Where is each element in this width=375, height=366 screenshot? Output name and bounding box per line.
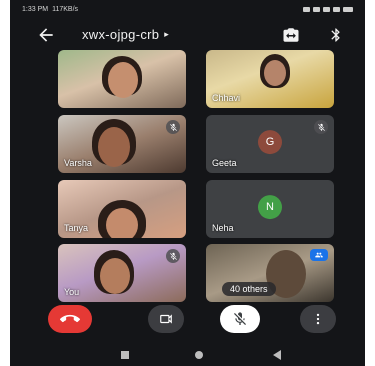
status-icons bbox=[303, 6, 353, 12]
participant-tile[interactable]: Chhavi bbox=[206, 50, 334, 108]
participant-name: Chhavi bbox=[212, 93, 241, 103]
wifi-icon bbox=[323, 6, 330, 12]
switch-camera-icon[interactable] bbox=[282, 26, 300, 44]
chevron-right-icon: ▸ bbox=[164, 29, 170, 39]
participant-tile-others[interactable]: 40 others bbox=[206, 244, 334, 302]
mic-off-icon bbox=[234, 312, 246, 325]
participant-tile[interactable]: N Neha bbox=[206, 180, 334, 238]
signal-icon bbox=[333, 6, 340, 12]
video-camera-icon bbox=[160, 314, 172, 324]
mic-off-icon bbox=[166, 120, 180, 134]
call-controls bbox=[10, 305, 365, 345]
participant-tile[interactable] bbox=[58, 50, 186, 108]
alarm-icon bbox=[303, 6, 310, 12]
more-options-button[interactable] bbox=[300, 305, 336, 333]
mic-off-icon bbox=[166, 249, 180, 263]
back-button[interactable] bbox=[273, 350, 281, 360]
status-bar: 1:33 PM 117KB/s bbox=[10, 0, 365, 18]
more-vertical-icon bbox=[316, 313, 320, 325]
participant-tile[interactable]: G Geeta bbox=[206, 115, 334, 173]
avatar: G bbox=[258, 130, 282, 155]
network-speed: 117KB/s bbox=[52, 5, 79, 13]
home-button[interactable] bbox=[195, 351, 203, 359]
meeting-code-text: xwx-ojpg-crb bbox=[82, 27, 160, 42]
recents-button[interactable] bbox=[121, 351, 129, 359]
participant-face bbox=[264, 60, 286, 86]
phone-hangup-icon bbox=[60, 314, 80, 323]
system-nav-bar bbox=[10, 344, 365, 366]
meeting-code[interactable]: xwx-ojpg-crb ▸ bbox=[82, 27, 169, 42]
participant-tile[interactable]: Tanya bbox=[58, 180, 186, 238]
others-count: 40 others bbox=[222, 282, 276, 296]
meet-call-screen: 1:33 PM 117KB/s xwx-ojpg-crb ▸ Chhavi Va… bbox=[10, 0, 365, 366]
people-icon bbox=[310, 249, 328, 261]
toggle-mic-button[interactable] bbox=[220, 305, 260, 333]
participant-name: Geeta bbox=[212, 158, 237, 168]
arrow-left-icon[interactable] bbox=[36, 25, 56, 45]
bluetooth-icon[interactable] bbox=[328, 26, 344, 44]
participant-name: You bbox=[64, 287, 80, 297]
avatar: N bbox=[258, 195, 282, 220]
vibrate-icon bbox=[313, 6, 320, 12]
participant-name: Varsha bbox=[64, 158, 92, 168]
toggle-video-button[interactable] bbox=[148, 305, 184, 333]
participant-face bbox=[98, 127, 130, 167]
participant-name: Tanya bbox=[64, 223, 89, 233]
end-call-button[interactable] bbox=[48, 305, 92, 333]
participant-tile[interactable]: Varsha bbox=[58, 115, 186, 173]
mic-off-icon bbox=[314, 120, 328, 134]
battery-icon bbox=[343, 6, 353, 12]
participant-face bbox=[106, 208, 138, 238]
participant-face bbox=[100, 258, 130, 294]
status-time: 1:33 PM bbox=[22, 5, 49, 13]
call-header: xwx-ojpg-crb ▸ bbox=[10, 22, 365, 48]
participant-name: Neha bbox=[212, 223, 234, 233]
participant-tile[interactable]: You bbox=[58, 244, 186, 302]
participant-face bbox=[108, 62, 138, 98]
status-left: 1:33 PM 117KB/s bbox=[22, 6, 78, 13]
